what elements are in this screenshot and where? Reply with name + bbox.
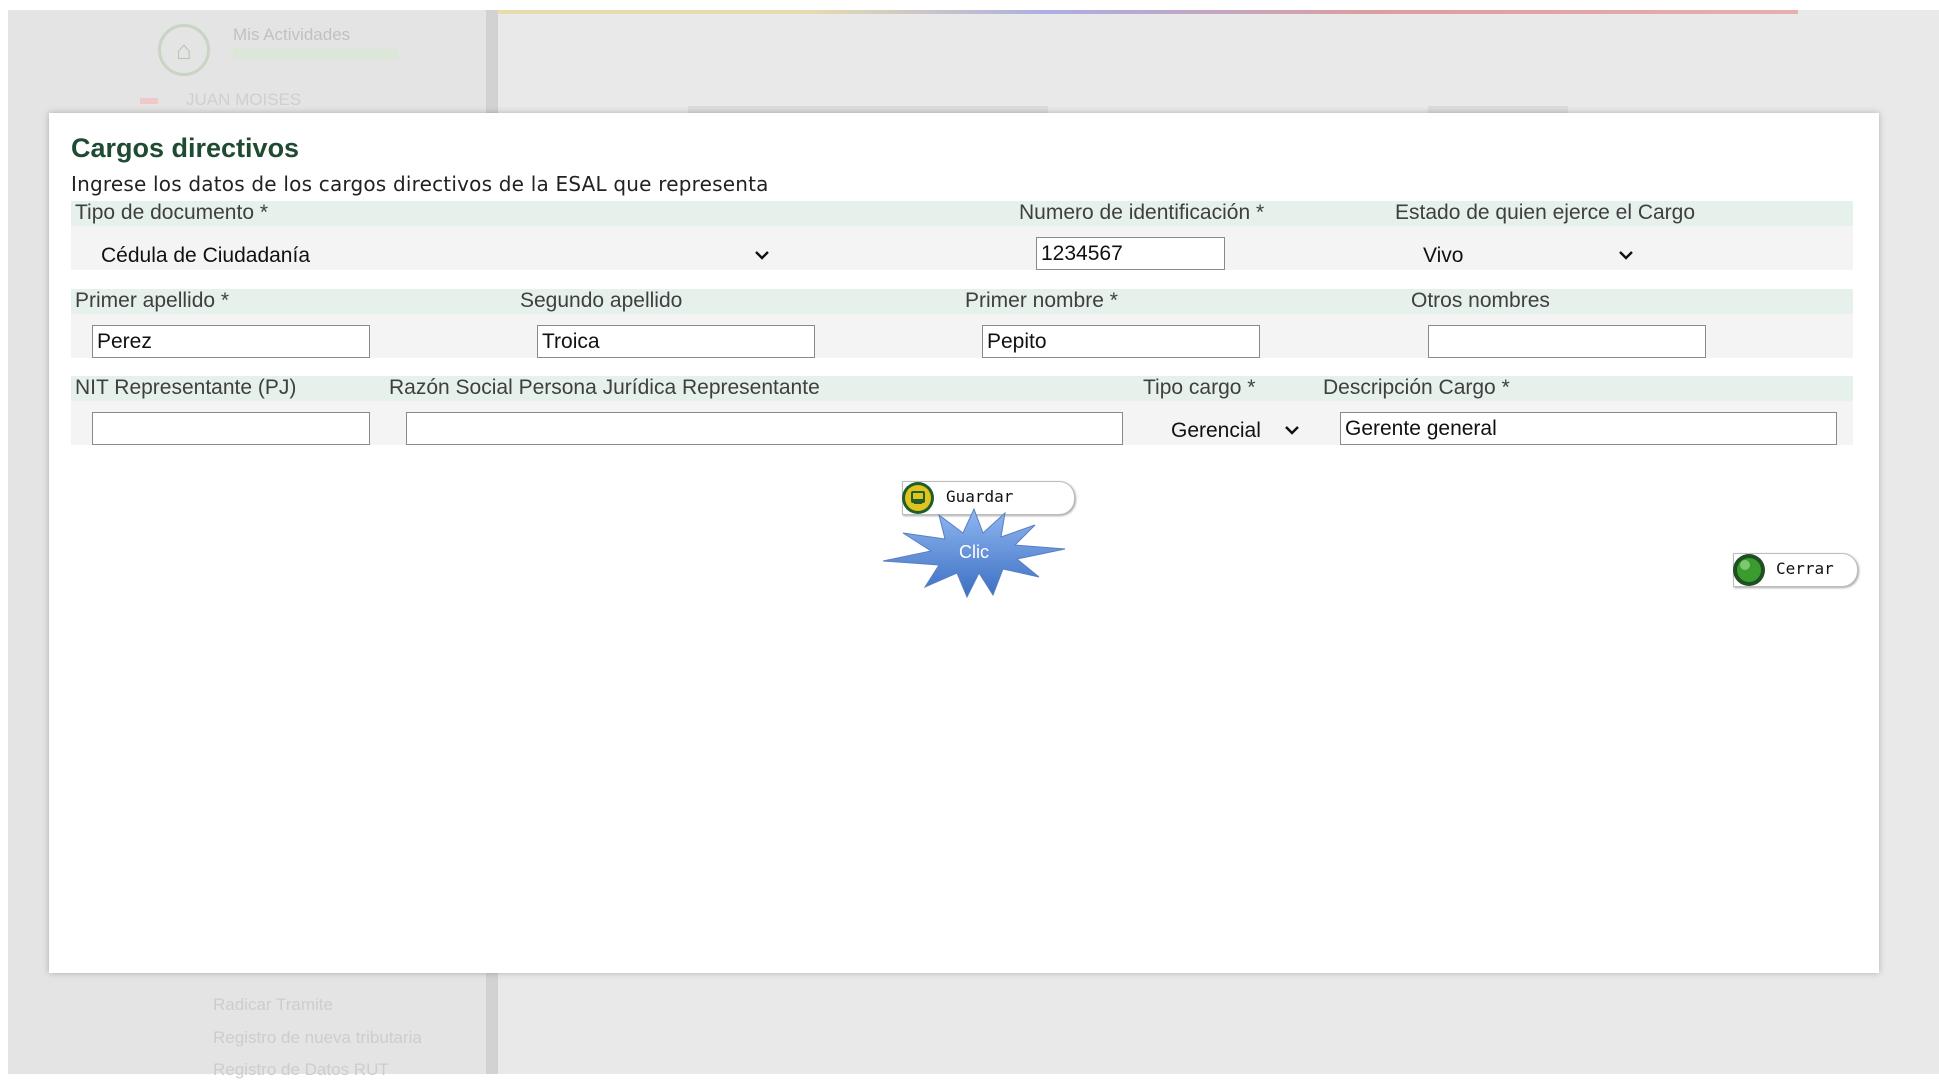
- background-app-title: Mis Actividades: [233, 25, 351, 44]
- nit-representante-input[interactable]: [92, 412, 370, 445]
- segundo-apellido-input[interactable]: Troica: [537, 325, 815, 358]
- numero-identificacion-label: Numero de identificación *: [1019, 201, 1265, 224]
- tipo-cargo-label: Tipo cargo *: [1143, 376, 1256, 399]
- nit-representante-label: NIT Representante (PJ): [75, 376, 297, 399]
- numero-identificacion-input[interactable]: 1234567: [1036, 237, 1225, 270]
- segundo-apellido-label: Segundo apellido: [520, 289, 683, 312]
- estado-cargo-select[interactable]: Vivo: [1423, 239, 1645, 272]
- razon-social-label: Razón Social Persona Jurídica Representa…: [389, 376, 820, 399]
- chevron-down-icon: [753, 246, 771, 264]
- descripcion-cargo-label: Descripción Cargo *: [1323, 376, 1510, 399]
- tipo-cargo-value: Gerencial: [1171, 419, 1261, 442]
- otros-nombres-input[interactable]: [1428, 325, 1706, 358]
- dialog-subtitle: Ingrese los datos de los cargos directiv…: [71, 172, 769, 196]
- primer-apellido-input[interactable]: Perez: [92, 325, 370, 358]
- dialog-title: Cargos directivos: [71, 133, 300, 163]
- razon-social-input[interactable]: [406, 412, 1123, 445]
- primer-nombre-input[interactable]: Pepito: [982, 325, 1260, 358]
- close-icon: [1732, 553, 1768, 597]
- tipo-cargo-select[interactable]: Gerencial: [1171, 414, 1311, 447]
- tipo-documento-label: Tipo de documento *: [75, 201, 269, 224]
- background-sidebar-link: Registro de nueva tributaria: [213, 1028, 422, 1047]
- tipo-documento-value: Cédula de Ciudadanía: [101, 244, 310, 267]
- tipo-documento-select[interactable]: Cédula de Ciudadanía: [101, 239, 781, 272]
- estado-cargo-label: Estado de quien ejerce el Cargo: [1395, 201, 1696, 224]
- descripcion-cargo-input[interactable]: Gerente general: [1340, 412, 1837, 445]
- click-callout-label: Clic: [959, 542, 989, 562]
- row3-label-band: [71, 376, 1853, 401]
- cargos-directivos-dialog: Cargos directivos Ingrese los datos de l…: [49, 113, 1879, 973]
- primer-apellido-label: Primer apellido *: [75, 289, 230, 312]
- cerrar-button[interactable]: Cerrar: [1733, 553, 1858, 587]
- background-app-subtitle-bar: [233, 48, 398, 60]
- row2-label-band: [71, 289, 1853, 314]
- home-logo-icon: ⌂: [158, 24, 210, 76]
- background-user-name: JUAN MOISES: [186, 90, 302, 109]
- primer-nombre-label: Primer nombre *: [965, 289, 1118, 312]
- chevron-down-icon: [1283, 421, 1301, 439]
- user-indicator: [140, 98, 158, 104]
- background-sidebar-link: Radicar Tramite: [213, 995, 333, 1014]
- otros-nombres-label: Otros nombres: [1411, 289, 1550, 312]
- background-sidebar-link: Registro de Datos RUT: [213, 1060, 389, 1079]
- estado-cargo-value: Vivo: [1423, 244, 1464, 267]
- cerrar-label: Cerrar: [1776, 559, 1834, 578]
- chevron-down-icon: [1617, 246, 1635, 264]
